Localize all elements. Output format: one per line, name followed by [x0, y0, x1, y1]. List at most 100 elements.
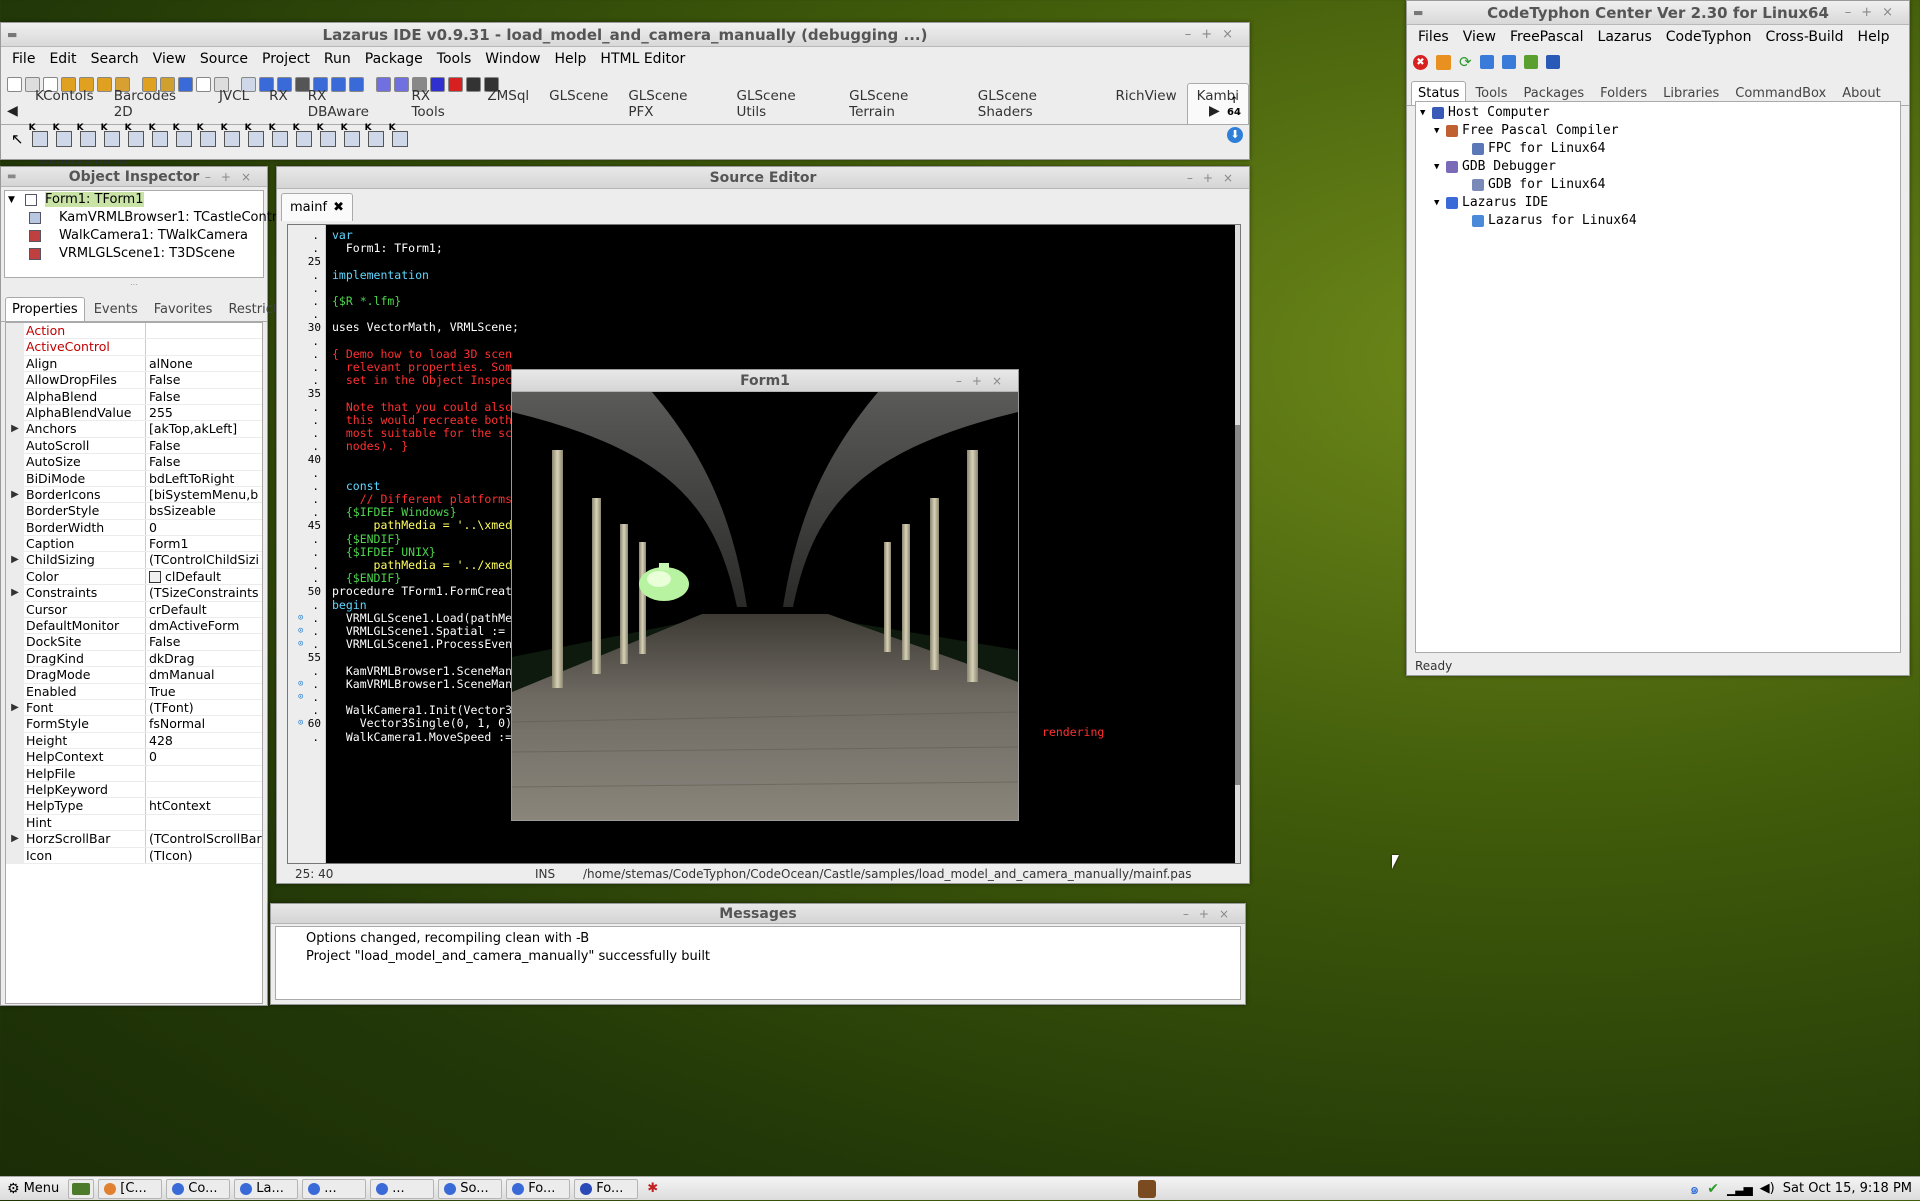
kambi-component-icon-3[interactable] [77, 123, 96, 147]
property-value[interactable]: dmManual [146, 667, 262, 682]
ct-menu-freepascal[interactable]: FreePascal [1503, 29, 1591, 45]
property-value[interactable]: 0 [146, 520, 262, 535]
menu-view[interactable]: View [146, 51, 193, 67]
pointer-tool-icon[interactable]: ↖ [11, 130, 24, 148]
menu-help[interactable]: Help [548, 51, 594, 67]
property-row[interactable]: Enabled True [6, 683, 262, 700]
build-icon[interactable] [1523, 55, 1538, 69]
property-value[interactable]: Form1 [146, 536, 262, 551]
kambi-component-icon-9[interactable] [221, 123, 240, 147]
expand-triangle-icon[interactable]: ▶ [6, 486, 24, 503]
property-row[interactable]: Align alNone [6, 355, 262, 373]
property-value[interactable]: 0 [146, 749, 262, 764]
property-row[interactable]: AllowDropFiles False [6, 372, 262, 389]
menu-file[interactable]: File [5, 51, 42, 67]
property-row[interactable]: DockSite False [6, 634, 262, 651]
editor-window-controls[interactable]: –+× [1187, 167, 1243, 189]
palette-tab-glscene-utils[interactable]: GLScene Utils [726, 83, 839, 124]
property-value[interactable]: bdLeftToRight [146, 471, 262, 486]
object-inspector-titlebar[interactable]: ▬ Object Inspector –+× [1, 167, 267, 187]
property-row[interactable]: AutoScroll False [6, 437, 262, 455]
kambi-component-icon-7[interactable] [173, 123, 192, 147]
scene-viewport[interactable] [512, 392, 1018, 820]
vertical-scrollbar[interactable] [1235, 225, 1240, 863]
property-value[interactable]: htContext [146, 798, 262, 813]
property-row[interactable]: Icon (TIcon) [6, 847, 262, 864]
ct-menu-lazarus[interactable]: Lazarus [1591, 29, 1659, 45]
property-row[interactable]: HelpContext 0 [6, 749, 262, 766]
lazarus-titlebar[interactable]: ▬ Lazarus IDE v0.9.31 - load_model_and_c… [1, 23, 1249, 47]
property-row[interactable]: BorderStyle bsSizeable [6, 503, 262, 520]
copy-icon[interactable] [1479, 55, 1494, 69]
breakpoint-dot-icon[interactable]: ⊙ [298, 678, 303, 691]
ct-tree-node[interactable]: ▼ Host Computer [1416, 104, 1900, 122]
property-value[interactable]: False [146, 438, 262, 453]
window-controls[interactable]: –+× [1185, 23, 1243, 46]
expand-triangle-icon[interactable]: ▶ [6, 552, 24, 568]
menu-project[interactable]: Project [255, 51, 317, 67]
palette-tab-glscene-pfx[interactable]: GLScene PFX [618, 83, 726, 124]
property-value[interactable]: fsNormal [146, 716, 262, 731]
breakpoint-dot-icon[interactable]: ⊙ [298, 691, 303, 704]
kambi-component-icon-13[interactable] [317, 123, 336, 147]
splitter-grip[interactable]: ⋯ [1, 281, 267, 293]
breakpoint-dot-icon[interactable]: ⊙ [298, 638, 303, 651]
property-value[interactable]: False [146, 634, 262, 649]
collapse-triangle-icon[interactable]: ▼ [8, 191, 15, 209]
ct-window-controls[interactable]: –+× [1845, 1, 1903, 24]
inspector-tab-events[interactable]: Events [87, 297, 145, 321]
paste-icon[interactable] [1501, 55, 1516, 69]
property-value[interactable]: (TIcon) [146, 848, 262, 863]
taskbar-task[interactable]: Fo... [574, 1178, 639, 1199]
property-value[interactable]: (TSizeConstraints [146, 585, 262, 600]
expand-triangle-icon[interactable]: ▶ [6, 699, 24, 716]
clock[interactable]: Sat Oct 15, 9:18 PM [1783, 1181, 1912, 1196]
property-row[interactable]: HelpFile [6, 765, 262, 782]
property-value[interactable]: 255 [146, 405, 262, 420]
property-row[interactable]: BorderWidth 0 [6, 519, 262, 537]
kambi-component-icon-15[interactable] [365, 123, 384, 147]
messages-titlebar[interactable]: Messages –+× [271, 904, 1245, 924]
inspector-tab-favorites[interactable]: Favorites [147, 297, 220, 321]
taskbar-task[interactable]: Fo... [506, 1178, 571, 1199]
property-row[interactable]: Action [6, 323, 262, 340]
breakpoint-dot-icon[interactable]: ⊙ [298, 717, 303, 730]
property-value[interactable]: (TControlChildSizi [146, 552, 262, 567]
property-row[interactable]: HelpType htContext [6, 798, 262, 815]
menu-html-editor[interactable]: HTML Editor [593, 51, 692, 67]
ct-window-menu-icon[interactable]: ▬ [1413, 1, 1423, 24]
property-row[interactable]: ▶ HorzScrollBar (TControlScrollBar [6, 831, 262, 848]
taskbar-task[interactable]: Co... [166, 1178, 231, 1199]
palette-tab-rx-tools[interactable]: RX Tools [401, 83, 477, 124]
property-row[interactable]: AlphaBlendValue 255 [6, 404, 262, 422]
start-menu-button[interactable]: ⚙ Menu [2, 1179, 64, 1199]
kambi-component-icon-2[interactable] [53, 123, 72, 147]
menu-edit[interactable]: Edit [42, 51, 83, 67]
download-icon[interactable] [1436, 54, 1451, 70]
palette-tab-barcodes-2d[interactable]: Barcodes 2D [104, 83, 209, 124]
property-row[interactable]: FormStyle fsNormal [6, 716, 262, 733]
palette-left-arrow-icon[interactable]: ◀ [7, 103, 18, 119]
property-row[interactable]: Color clDefault [6, 568, 262, 586]
ct-tree-node[interactable]: ▼ Lazarus IDE [1416, 194, 1900, 212]
expand-triangle-icon[interactable]: ▼ [1434, 194, 1439, 212]
property-row[interactable]: AutoSize False [6, 454, 262, 471]
ct-menu-help[interactable]: Help [1851, 29, 1897, 45]
taskbar-task[interactable]: ... [302, 1178, 367, 1199]
property-row[interactable]: ▶ ChildSizing (TControlChildSizi [6, 552, 262, 569]
form1-window-controls[interactable]: –+× [956, 370, 1012, 392]
property-row[interactable]: Hint [6, 814, 262, 832]
property-value[interactable]: False [146, 372, 262, 387]
form1-titlebar[interactable]: Form1 –+× [512, 370, 1018, 392]
ct-menu-cross-build[interactable]: Cross-Build [1758, 29, 1850, 45]
inspector-tab-properties[interactable]: Properties [5, 297, 85, 321]
kambi-component-icon-6[interactable] [149, 123, 168, 147]
property-row[interactable]: ▶ BorderIcons [biSystemMenu,b [6, 486, 262, 504]
settings-icon[interactable] [1545, 55, 1560, 69]
palette-tab-glscene-shaders[interactable]: GLScene Shaders [968, 83, 1106, 124]
volume-icon[interactable]: ◀) [1760, 1181, 1775, 1196]
expand-triangle-icon[interactable]: ▶ [6, 585, 24, 601]
property-value[interactable]: (TFont) [146, 700, 262, 715]
kambi-component-icon-5[interactable] [125, 123, 144, 147]
menu-run[interactable]: Run [317, 51, 358, 67]
